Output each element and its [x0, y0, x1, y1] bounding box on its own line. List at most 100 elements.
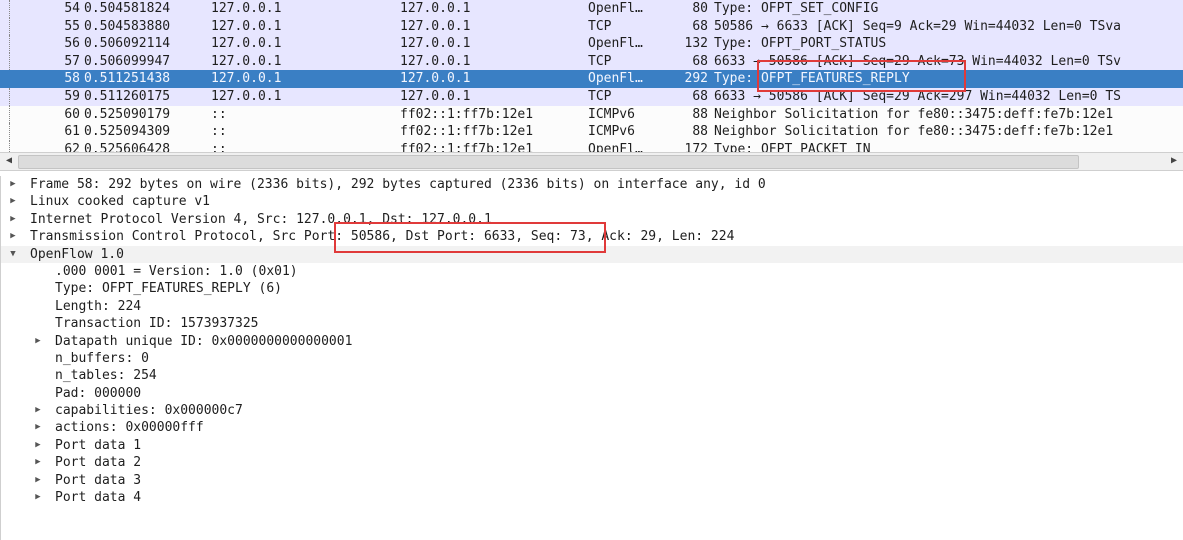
packet-row[interactable]: 59 0.511260175 127.0.0.1 127.0.0.1 TCP 68 6633…	[0, 87, 1183, 106]
packet-source: ::	[211, 124, 227, 140]
scroll-left-icon[interactable]: ◀	[2, 154, 16, 168]
detail-tree-item[interactable]: ▶ Internet Protocol Version 4, Src: 127.0…	[1, 211, 1183, 228]
packet-list[interactable]: 54 0.504581824 127.0.0.1 127.0.0.1 OpenFl… 80…	[0, 0, 1183, 152]
packet-time: 0.504583880	[84, 18, 171, 34]
packet-destination: ff02::1:ff7b:12e1	[400, 124, 534, 140]
detail-tree-item[interactable]: ▶ Port data 3	[1, 472, 1183, 489]
related-packet-marker	[9, 0, 11, 18]
packet-length: 292	[684, 71, 708, 87]
detail-tree-item[interactable]: n_tables: 254	[1, 367, 1183, 384]
detail-text: Linux cooked capture v1	[30, 194, 211, 210]
triangle-right-icon[interactable]: ▶	[32, 437, 44, 454]
detail-text: Port data 3	[55, 472, 142, 488]
triangle-right-icon[interactable]: ▶	[7, 211, 19, 228]
detail-tree-item[interactable]: Pad: 000000	[1, 385, 1183, 402]
packet-destination: ff02::1:ff7b:12e1	[400, 141, 534, 152]
detail-tree-item[interactable]: ▶ Port data 4	[1, 489, 1183, 506]
related-packet-marker	[9, 35, 11, 53]
detail-tree-item[interactable]: ▶ Transmission Control Protocol, Src Port…	[1, 228, 1183, 245]
detail-text: Port data 2	[55, 455, 142, 471]
triangle-right-icon[interactable]: ▶	[32, 419, 44, 436]
detail-tree-item[interactable]: ▶ Datapath unique ID: 0x0000000000000001	[1, 333, 1183, 350]
packet-number: 59	[64, 88, 80, 104]
packet-info: Type: OFPT_PORT_STATUS	[714, 36, 887, 52]
detail-text: Frame 58: 292 bytes on wire (2336 bits),…	[30, 177, 766, 192]
packet-time: 0.525094309	[84, 124, 171, 140]
packet-length: 172	[684, 141, 708, 152]
packet-number: 61	[64, 124, 80, 140]
scroll-right-icon[interactable]: ▶	[1167, 154, 1181, 168]
detail-text: actions: 0x00000fff	[55, 420, 204, 436]
related-packet-marker	[9, 87, 11, 106]
packet-source: 127.0.0.1	[211, 18, 282, 34]
related-packet-marker	[9, 105, 11, 124]
detail-tree-item[interactable]: Length: 224	[1, 298, 1183, 315]
detail-tree-item[interactable]: .000 0001 = Version: 1.0 (0x01)	[1, 263, 1183, 280]
triangle-right-icon[interactable]: ▶	[32, 489, 44, 506]
detail-text: n_buffers: 0	[55, 350, 149, 366]
detail-text: OpenFlow 1.0	[30, 246, 124, 262]
packet-time: 0.525606428	[84, 141, 171, 152]
packet-protocol: ICMPv6	[588, 124, 635, 140]
packet-time: 0.506099947	[84, 53, 171, 69]
detail-tree-item[interactable]: Transaction ID: 1573937325	[1, 315, 1183, 332]
detail-text: capabilities: 0x000000c7	[55, 403, 243, 419]
detail-tree-item[interactable]: Type: OFPT_FEATURES_REPLY (6)	[1, 280, 1183, 297]
horizontal-scrollbar[interactable]: ◀ ▶	[0, 152, 1183, 171]
triangle-right-icon[interactable]: ▶	[32, 472, 44, 489]
packet-row[interactable]: 54 0.504581824 127.0.0.1 127.0.0.1 OpenFl… 80…	[0, 0, 1183, 18]
packet-details-tree[interactable]: ▶ Frame 58: 292 bytes on wire (2336 bits)…	[0, 176, 1183, 540]
packet-info: Neighbor Solicitation for fe80::3475:def…	[714, 106, 1114, 122]
packet-info: 6633 → 50586 [ACK] Seq=29 Ack=73 Win=440…	[714, 53, 1121, 69]
triangle-right-icon[interactable]: ▶	[7, 193, 19, 210]
packet-info: Type: OFPT_PACKET_IN	[714, 141, 871, 152]
triangle-right-icon[interactable]: ▶	[32, 333, 44, 350]
scrollbar-thumb[interactable]	[18, 155, 1079, 169]
triangle-right-icon[interactable]: ▶	[32, 402, 44, 419]
triangle-right-icon[interactable]: ▶	[32, 454, 44, 471]
related-packet-marker	[9, 52, 11, 71]
packet-row[interactable]: 57 0.506099947 127.0.0.1 127.0.0.1 TCP 68 6633…	[0, 52, 1183, 71]
packet-row[interactable]: 61 0.525094309:: ff02::1:ff7b:12e1 ICMPv6 88…	[0, 123, 1183, 141]
triangle-right-icon[interactable]: ▶	[7, 228, 19, 245]
packet-info: 50586 → 6633 [ACK] Seq=9 Ack=29 Win=4403…	[714, 18, 1121, 34]
packet-row[interactable]: 62 0.525606428:: ff02::1:ff7b:12e1 OpenFl… 1…	[0, 140, 1183, 152]
packet-number: 60	[64, 106, 80, 122]
packet-length: 132	[684, 36, 708, 52]
packet-info: Neighbor Solicitation for fe80::3475:def…	[714, 124, 1114, 140]
detail-tree-item[interactable]: n_buffers: 0	[1, 350, 1183, 367]
detail-tree-item[interactable]: ▶ capabilities: 0x000000c7	[1, 402, 1183, 419]
packet-destination: 127.0.0.1	[400, 71, 471, 87]
packet-destination: 127.0.0.1	[400, 18, 471, 34]
packet-destination: ff02::1:ff7b:12e1	[400, 106, 534, 122]
detail-text: Port data 1	[55, 437, 142, 453]
detail-tree-item[interactable]: ▶ Linux cooked capture v1	[1, 193, 1183, 210]
detail-tree-item[interactable]: ▶ actions: 0x00000fff	[1, 419, 1183, 436]
triangle-down-icon[interactable]: ▼	[7, 246, 19, 263]
packet-source: 127.0.0.1	[211, 71, 282, 87]
packet-info: Type: OFPT_SET_CONFIG	[714, 1, 879, 16]
detail-text: Length: 224	[55, 298, 142, 314]
packet-row[interactable]: 55 0.504583880 127.0.0.1 127.0.0.1 TCP 68 5058…	[0, 17, 1183, 36]
packet-protocol: OpenFl…	[588, 36, 643, 52]
packet-row[interactable]: 56 0.506092114 127.0.0.1 127.0.0.1 OpenFl… 13…	[0, 35, 1183, 53]
packet-destination: 127.0.0.1	[400, 1, 471, 16]
packet-number: 55	[64, 18, 80, 34]
packet-length: 88	[692, 124, 708, 140]
detail-tree-item[interactable]: ▶ Frame 58: 292 bytes on wire (2336 bits)…	[1, 176, 1183, 193]
detail-tree-item[interactable]: ▼ OpenFlow 1.0	[1, 245, 1183, 263]
detail-tree-item[interactable]: ▶ Port data 2	[1, 454, 1183, 471]
detail-text: Pad: 000000	[55, 385, 142, 401]
detail-text: Port data 4	[55, 490, 142, 506]
packet-destination: 127.0.0.1	[400, 53, 471, 69]
packet-protocol: OpenFl…	[588, 1, 643, 16]
packet-row[interactable]: 58 0.511251438 127.0.0.1 127.0.0.1 OpenFl… 29…	[0, 70, 1183, 88]
packet-length: 80	[692, 1, 708, 16]
packet-source: ::	[211, 106, 227, 122]
triangle-right-icon[interactable]: ▶	[7, 176, 19, 193]
packet-length: 68	[692, 18, 708, 34]
packet-number: 57	[64, 53, 80, 69]
packet-source: 127.0.0.1	[211, 1, 282, 16]
packet-row[interactable]: 60 0.525090179:: ff02::1:ff7b:12e1 ICMPv6 88…	[0, 105, 1183, 124]
detail-tree-item[interactable]: ▶ Port data 1	[1, 437, 1183, 454]
